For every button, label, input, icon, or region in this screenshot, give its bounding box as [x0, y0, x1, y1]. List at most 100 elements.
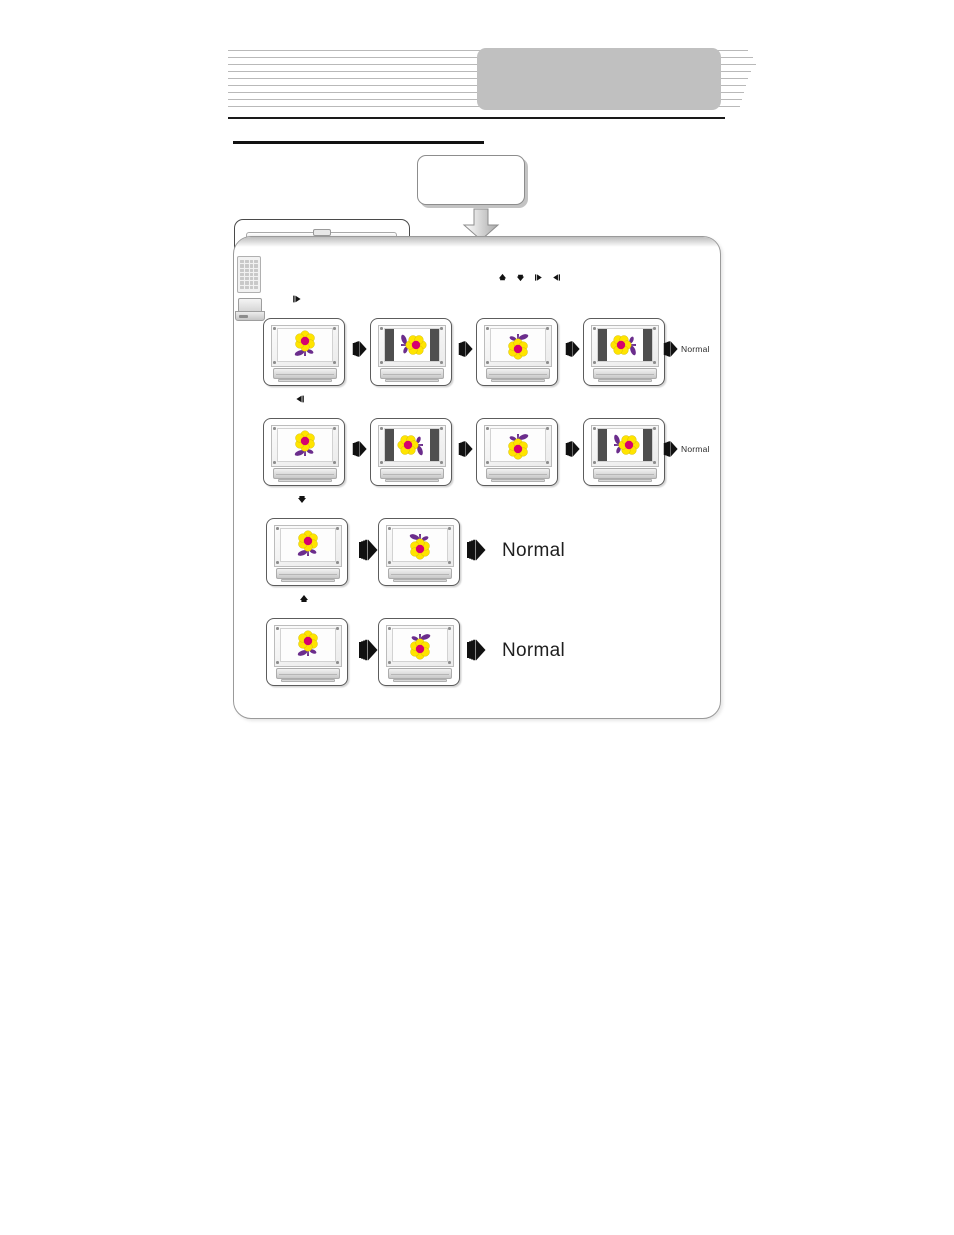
- screen-corner-screw: [440, 427, 443, 430]
- left-arrow-marker-glyph: [296, 395, 304, 403]
- screen-display: [490, 428, 546, 462]
- remote-key: [244, 281, 249, 285]
- right-arrow-key: [533, 270, 544, 288]
- screen-stand: [273, 468, 337, 479]
- screen-card-row-left-3[interactable]: [583, 418, 665, 486]
- screen-corner-screw: [380, 327, 383, 330]
- flower-wrapper: [608, 330, 642, 360]
- right-arrow-marker-glyph: [293, 295, 301, 303]
- remote-key: [244, 272, 249, 277]
- transition-arrow-icon: [359, 539, 378, 561]
- screen-card-row-right-3[interactable]: [583, 318, 665, 386]
- normal-label: Normal: [502, 640, 566, 661]
- screen-stand-line: [276, 474, 334, 475]
- flower-graphic: [614, 434, 640, 455]
- down-arrow-key-glyph: [516, 274, 525, 282]
- screen-card-row-down-1[interactable]: [378, 518, 460, 586]
- screen-corner-screw: [388, 561, 391, 564]
- header-divider: [228, 117, 725, 119]
- flower-wrapper: [291, 630, 325, 660]
- screen-corner-screw: [273, 327, 276, 330]
- flower-graphic: [294, 430, 315, 456]
- transition-glyph: [358, 538, 382, 565]
- screen-card-row-up-1[interactable]: [378, 618, 460, 686]
- screen-corner-screw: [388, 527, 391, 530]
- letterbox-bar-right: [643, 329, 652, 361]
- screen-corner-screw: [593, 361, 596, 364]
- panel-top-shade: [234, 237, 720, 247]
- screen-corner-screw: [273, 361, 276, 364]
- section-divider: [233, 141, 484, 144]
- screen-card-row-left-0[interactable]: [263, 418, 345, 486]
- remote-key: [244, 277, 249, 281]
- screen-corner-screw: [276, 527, 279, 530]
- remote-key: [249, 272, 254, 277]
- screen-corner-screw: [380, 427, 383, 430]
- screen-corner-screw: [546, 361, 549, 364]
- screen-foot: [385, 379, 439, 382]
- page-root: Normal Normal Normal Normal: [0, 0, 954, 1235]
- transition-arrow-icon: [352, 341, 367, 357]
- screen-corner-screw: [486, 427, 489, 430]
- transition-glyph: [352, 340, 370, 360]
- remote-key: [240, 268, 244, 272]
- screen-card-row-left-2[interactable]: [476, 418, 558, 486]
- screen-corner-screw: [388, 661, 391, 664]
- flower-wrapper: [608, 430, 642, 460]
- screen-corner-screw: [333, 427, 336, 430]
- remote-key: [249, 264, 254, 268]
- remote-key: [254, 264, 258, 268]
- screen-stand: [593, 368, 657, 379]
- screen-stand: [380, 468, 444, 479]
- up-arrow-marker-glyph: [300, 595, 308, 602]
- remote-button-grid: [240, 260, 258, 289]
- screen-card-row-right-0[interactable]: [263, 318, 345, 386]
- screen-corner-screw: [276, 627, 279, 630]
- remote-key: [240, 277, 244, 281]
- screen-card-row-up-0[interactable]: [266, 618, 348, 686]
- screen-assembly: [271, 325, 339, 367]
- device-lid: [238, 298, 262, 312]
- transition-glyph: [352, 440, 370, 460]
- remote-key: [240, 281, 244, 285]
- screen-assembly: [591, 325, 659, 367]
- screen-assembly: [271, 425, 339, 467]
- flower-graphic: [610, 335, 636, 356]
- screen-card-row-right-2[interactable]: [476, 318, 558, 386]
- flower-wrapper: [288, 330, 322, 360]
- screen-card-row-right-1[interactable]: [370, 318, 452, 386]
- flower-graphic: [297, 530, 318, 556]
- remote-key: [249, 260, 254, 264]
- screen-card-row-left-1[interactable]: [370, 418, 452, 486]
- remote-key: [240, 264, 244, 268]
- screen-corner-screw: [276, 561, 279, 564]
- remote-key: [254, 281, 258, 285]
- screen-display: [392, 528, 448, 562]
- screen-card-row-down-0[interactable]: [266, 518, 348, 586]
- letterbox-bar-right: [430, 429, 439, 461]
- screen-stand: [486, 368, 550, 379]
- remote-key: [240, 272, 244, 277]
- screen-stand-line: [391, 574, 449, 575]
- screen-stand-line: [276, 374, 334, 375]
- arrow-key-legend: [497, 268, 567, 286]
- screen-foot: [598, 379, 652, 382]
- down-arrow-key: [515, 270, 526, 288]
- screen-corner-screw: [486, 327, 489, 330]
- remote-key: [244, 260, 249, 264]
- screen-display: [597, 428, 653, 462]
- screen-assembly: [484, 425, 552, 467]
- screen-stand-line: [391, 674, 449, 675]
- left-arrow-marker: [294, 392, 308, 406]
- transition-glyph-final: [663, 340, 681, 360]
- up-arrow-marker: [298, 592, 312, 606]
- transition-glyph: [458, 340, 476, 360]
- screen-assembly: [386, 625, 454, 667]
- transition-arrow-icon: [467, 539, 486, 561]
- screen-assembly: [378, 325, 446, 367]
- remote-key: [254, 272, 258, 277]
- screen-corner-screw: [336, 561, 339, 564]
- header-gray-badge: [477, 48, 721, 110]
- transition-arrow-icon: [352, 441, 367, 457]
- flower-wrapper: [291, 530, 325, 560]
